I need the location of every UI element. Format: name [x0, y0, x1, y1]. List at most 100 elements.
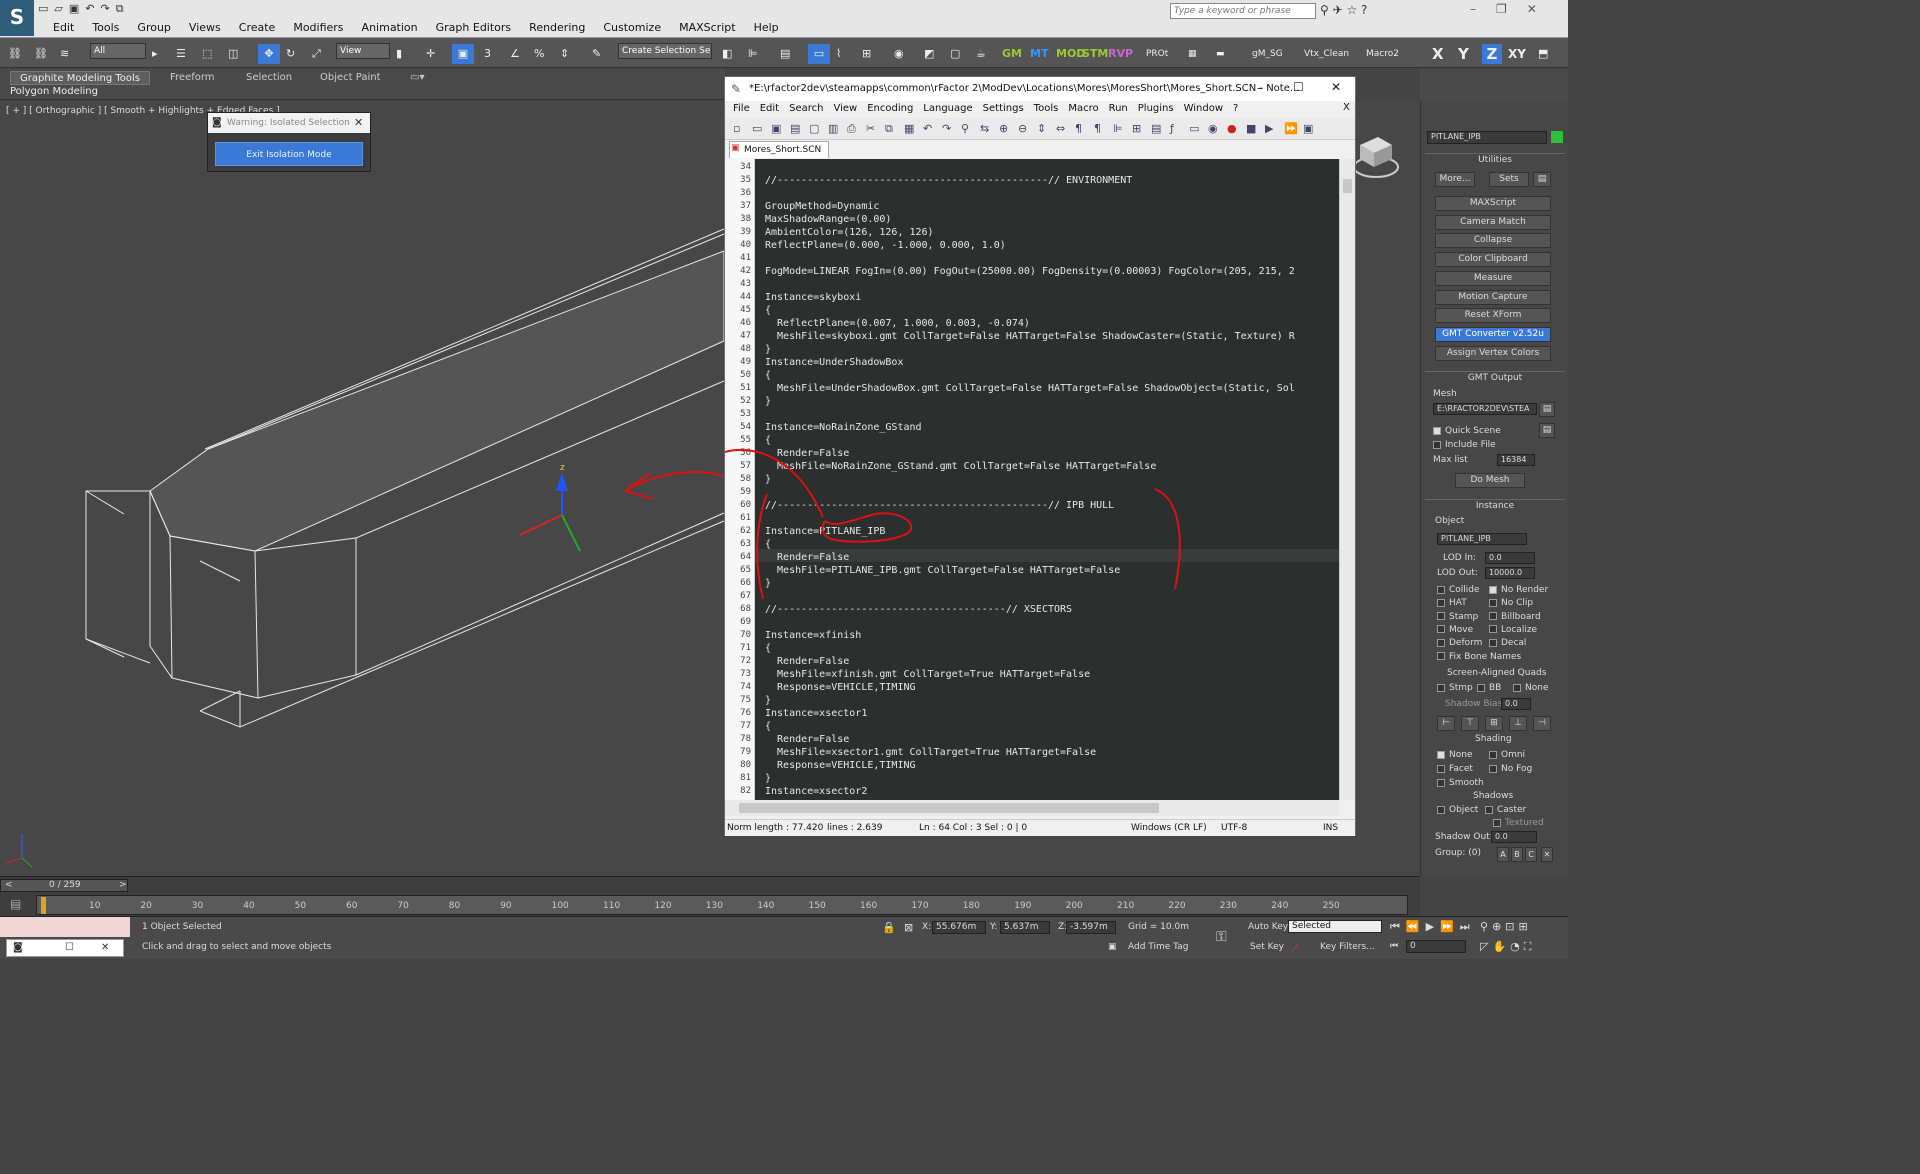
play-icon[interactable]: ▶ — [1426, 920, 1434, 934]
flag-hat-checkbox[interactable]: HAT — [1437, 598, 1467, 608]
saq-none-checkbox[interactable]: None — [1513, 683, 1548, 693]
indent-guide-icon[interactable]: ⊫ — [1113, 122, 1123, 135]
npp-menu-search[interactable]: Search — [784, 101, 828, 117]
npp-menu-run[interactable]: Run — [1104, 101, 1133, 117]
menu-group[interactable]: Group — [128, 20, 180, 36]
scroll-thumb[interactable] — [1343, 179, 1352, 193]
utility-collapse-button[interactable]: Collapse — [1435, 233, 1551, 249]
print-icon[interactable]: ⎙ — [847, 122, 856, 136]
gmt-output-rollout-header[interactable]: GMT Output — [1425, 371, 1565, 384]
zoom-extents-all-icon[interactable]: ⊞ — [1519, 920, 1528, 933]
reference-coordinate-dropdown[interactable]: View — [336, 43, 390, 59]
time-slider[interactable]: 0 / 259 < > — [0, 879, 128, 892]
open-icon[interactable]: ▭ — [752, 122, 762, 135]
flag-localize-checkbox[interactable]: Localize — [1489, 625, 1537, 635]
slider-prev-icon[interactable]: < — [5, 880, 13, 890]
manipulate-icon[interactable]: ✛ — [426, 44, 435, 64]
shading-none-checkbox[interactable]: None — [1437, 750, 1472, 760]
render-icon[interactable]: ☕ — [976, 44, 986, 64]
tab-freeform[interactable]: Freeform — [164, 71, 221, 85]
axis-x-button[interactable]: X — [1432, 44, 1444, 64]
lod-out-field[interactable]: 10000.0 — [1485, 567, 1535, 579]
shading-smooth-checkbox[interactable]: Smooth — [1437, 778, 1484, 788]
word-wrap-icon[interactable]: ¶ — [1075, 122, 1082, 135]
gm-macro-button[interactable]: GM — [1002, 44, 1022, 64]
go-to-end-icon[interactable]: ⏭ — [1460, 920, 1470, 934]
include-file-checkbox[interactable]: Include File — [1433, 440, 1496, 450]
time-tag-icon[interactable]: ▣ — [1108, 942, 1117, 952]
snaps-toggle-icon[interactable]: 3 — [484, 44, 491, 64]
sync-h-icon[interactable]: ⇔ — [1056, 122, 1065, 135]
close-icon[interactable]: ✕ — [1331, 80, 1341, 94]
tab-graphite-modeling-tools[interactable]: Graphite Modeling Tools — [10, 71, 150, 85]
copy-icon[interactable]: ⧉ — [885, 122, 893, 136]
stop-icon[interactable]: ■ — [1246, 122, 1256, 135]
z-coordinate-field[interactable]: -3.597m — [1066, 921, 1116, 934]
utility-reset-xform-button[interactable]: Reset XForm — [1435, 308, 1551, 324]
pan-icon[interactable]: ✋ — [1492, 940, 1506, 954]
instance-name-field[interactable]: PITLANE_IPB — [1437, 533, 1527, 545]
saq-stmp-checkbox[interactable]: Stmp — [1437, 683, 1473, 693]
layer-manager-icon[interactable]: ▤ — [780, 44, 790, 64]
npp-menu-settings[interactable]: Settings — [978, 101, 1029, 117]
sync-v-icon[interactable]: ⇕ — [1037, 122, 1046, 135]
new-icon[interactable]: ▫ — [733, 122, 740, 135]
tab-object-paint[interactable]: Object Paint — [314, 71, 387, 85]
maximize-icon[interactable]: ☐ — [1293, 80, 1304, 94]
menu-customize[interactable]: Customize — [594, 20, 670, 36]
exit-isolation-mode-button[interactable]: Exit Isolation Mode — [215, 142, 363, 166]
y-coordinate-field[interactable]: 5.637m — [1000, 921, 1050, 934]
previous-frame-icon[interactable]: ⏪ — [1406, 920, 1420, 934]
line-endings[interactable]: Windows (CR LF) — [1131, 823, 1207, 833]
mesh-path-field[interactable]: E:\RFACTOR2DEV\STEA — [1433, 403, 1537, 415]
shadow-object-checkbox[interactable]: Object — [1437, 805, 1478, 815]
zoom-in-icon[interactable]: ⊕ — [999, 122, 1008, 135]
vertical-scrollbar[interactable] — [1339, 159, 1355, 800]
lod-in-field[interactable]: 0.0 — [1485, 552, 1535, 564]
select-and-scale-icon[interactable]: ⤢ — [312, 44, 321, 64]
playback-icon[interactable]: ▶ — [1265, 122, 1273, 135]
flag-stamp-checkbox[interactable]: Stamp — [1437, 612, 1478, 622]
cut-icon[interactable]: ✂ — [866, 122, 875, 135]
npp-menu-encoding[interactable]: Encoding — [862, 101, 918, 117]
project-icon[interactable]: ⧉ — [116, 2, 124, 18]
record-icon[interactable]: ● — [1227, 122, 1237, 135]
shadow-textured-checkbox[interactable]: Textured — [1493, 818, 1544, 828]
close-doc-button[interactable]: X — [1343, 102, 1350, 113]
field-of-view-icon[interactable]: ◸ — [1480, 940, 1488, 954]
window-crossing-icon[interactable]: ◫ — [228, 44, 238, 64]
percent-snap-icon[interactable]: % — [534, 44, 544, 64]
graphite-toggle-icon[interactable]: ▭ — [808, 44, 830, 64]
align-bottom-icon[interactable]: ⊥ — [1509, 716, 1527, 731]
folder-icon[interactable]: ▭ — [1189, 122, 1199, 135]
polygon-modeling-panel[interactable]: Polygon Modeling — [10, 86, 98, 97]
do-mesh-button[interactable]: Do Mesh — [1455, 473, 1525, 488]
angle-snap-icon[interactable]: ∠ — [510, 44, 520, 64]
flag-move-checkbox[interactable]: Move — [1437, 625, 1473, 635]
browse-mesh-icon[interactable]: ▤ — [1539, 402, 1555, 417]
unlink-icon[interactable]: ⛓ — [34, 44, 48, 64]
menu-create[interactable]: Create — [230, 20, 285, 36]
rvp-macro-button[interactable]: RVP — [1108, 44, 1133, 64]
app-logo-icon[interactable]: S — [0, 0, 34, 36]
axis-xy-button[interactable]: XY — [1508, 44, 1526, 64]
redo-icon[interactable]: ↷ — [942, 122, 951, 135]
tex-tools-icon[interactable]: ▦ — [1188, 44, 1197, 64]
align-center-icon[interactable]: ⊞ — [1485, 716, 1503, 731]
utility-measure-button[interactable]: Measure — [1435, 270, 1551, 286]
stm-macro-button[interactable]: STM — [1082, 44, 1108, 64]
open-file-icon[interactable]: ▱ — [54, 2, 62, 18]
show-all-icon[interactable]: ¶ — [1094, 122, 1101, 135]
mini-curve-editor-icon[interactable]: ▤ — [10, 897, 21, 911]
orbit-icon[interactable]: ◔ — [1510, 940, 1520, 954]
search-input[interactable]: Type a keyword or phrase — [1170, 3, 1316, 19]
curve-editor-icon[interactable]: ⌇ — [836, 44, 841, 64]
utility-maxscript-button[interactable]: MAXScript — [1435, 196, 1551, 211]
schematic-view-icon[interactable]: ⊞ — [862, 44, 871, 64]
minimize-icon[interactable]: – — [1470, 2, 1476, 16]
redo-icon[interactable]: ↷ — [101, 2, 110, 18]
go-to-start-icon[interactable]: ⏮ — [1390, 920, 1400, 934]
rectangular-selection-icon[interactable]: ⬚ — [202, 44, 212, 64]
material-editor-icon[interactable]: ◉ — [894, 44, 904, 64]
scroll-thumb[interactable] — [739, 803, 1159, 813]
